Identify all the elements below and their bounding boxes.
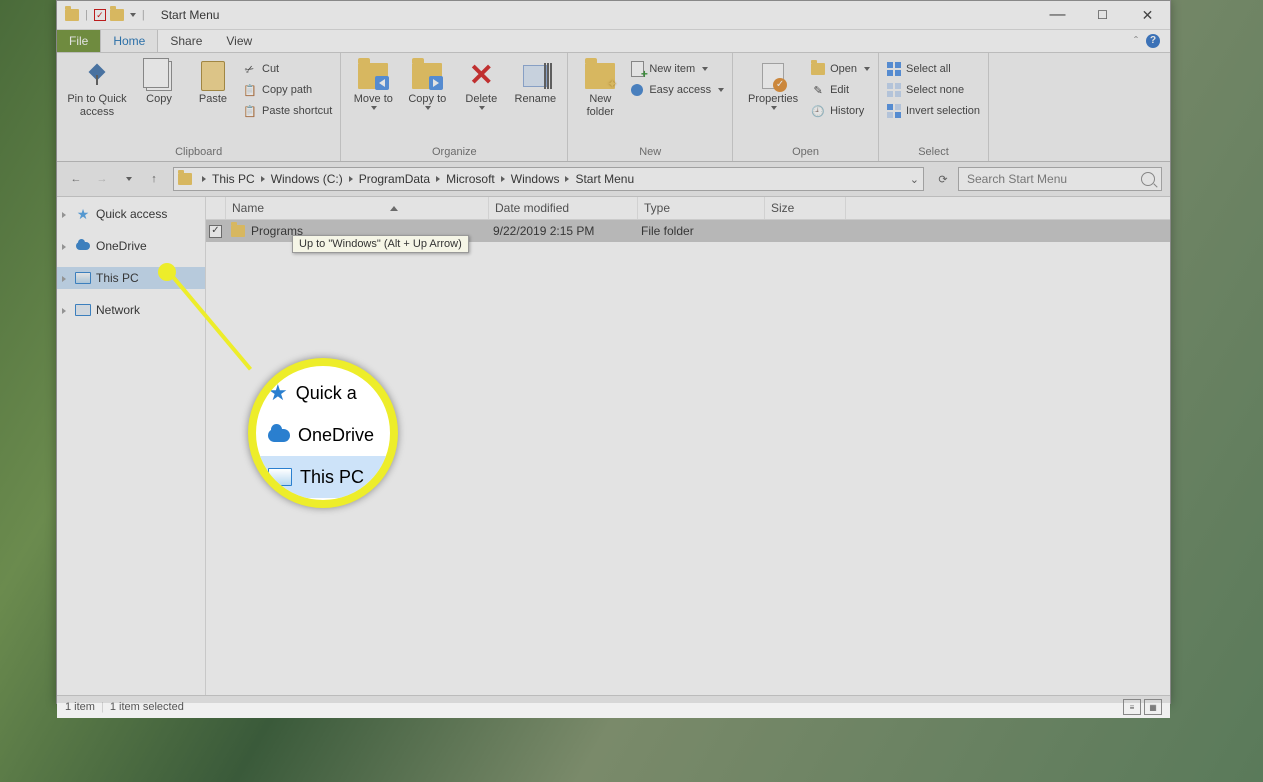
row-checkbox[interactable]: ✓ (209, 225, 222, 238)
title-bar[interactable]: | ✓ | Start Menu — ☐ ✕ (57, 1, 1170, 30)
tree-item-quick-access[interactable]: ★Quick access (57, 203, 205, 225)
delete-button[interactable]: ✕Delete (455, 57, 507, 112)
file-row[interactable]: ✓ Programs 9/22/2019 2:15 PM File folder (206, 220, 1170, 242)
callout-row: OneDrive (256, 414, 390, 456)
column-checkbox[interactable] (206, 197, 226, 219)
up-button[interactable]: ↑ (143, 168, 165, 190)
column-size[interactable]: Size (765, 197, 846, 219)
qat-dropdown[interactable] (130, 13, 136, 17)
column-type[interactable]: Type (638, 197, 765, 219)
callout-anchor-dot (158, 263, 176, 281)
menu-bar: File Home Share View ˆ ? (57, 30, 1170, 53)
breadcrumb-item[interactable]: Windows (511, 172, 560, 186)
copy-to-button[interactable]: Copy to (401, 57, 453, 112)
navigation-tree: ★Quick access OneDrive This PC Network (57, 197, 206, 695)
folder-icon (231, 225, 245, 237)
status-bar: 1 item | 1 item selected ≡ ▦ (57, 695, 1170, 718)
new-folder-button[interactable]: ✦New folder (574, 57, 626, 121)
app-icon (65, 9, 79, 21)
paste-shortcut-button[interactable]: 📋Paste shortcut (243, 101, 332, 121)
tab-home[interactable]: Home (100, 30, 158, 52)
file-type: File folder (635, 224, 761, 238)
column-date[interactable]: Date modified (489, 197, 638, 219)
tab-share[interactable]: Share (158, 30, 214, 52)
help-icon[interactable]: ? (1146, 34, 1160, 48)
tab-file[interactable]: File (57, 30, 100, 52)
close-button[interactable]: ✕ (1125, 1, 1170, 29)
up-button-tooltip: Up to "Windows" (Alt + Up Arrow) (292, 235, 469, 253)
minimize-button[interactable]: — (1035, 1, 1080, 29)
search-box[interactable] (958, 167, 1162, 191)
select-none-button[interactable]: Select none (887, 80, 980, 100)
tree-item-network[interactable]: Network (57, 299, 205, 321)
file-explorer-window: | ✓ | Start Menu — ☐ ✕ File Home Share V… (56, 0, 1171, 704)
search-icon (1141, 172, 1155, 186)
callout-row: ★Quick a (256, 372, 390, 414)
maximize-button[interactable]: ☐ (1080, 1, 1125, 29)
ribbon-collapse-icon[interactable]: ˆ (1134, 34, 1138, 48)
file-name: Programs (251, 224, 303, 238)
select-all-button[interactable]: Select all (887, 59, 980, 79)
callout-line (168, 271, 252, 370)
search-input[interactable] (965, 171, 1155, 187)
edit-button[interactable]: ✎Edit (811, 80, 870, 100)
history-button[interactable]: 🕘History (811, 101, 870, 121)
breadcrumb-item[interactable]: Start Menu (575, 172, 634, 186)
move-to-button[interactable]: Move to (347, 57, 399, 112)
easy-access-button[interactable]: Easy access (630, 80, 724, 100)
refresh-button[interactable]: ⟳ (932, 168, 954, 190)
large-icons-view-button[interactable]: ▦ (1144, 699, 1162, 715)
recent-dropdown[interactable] (117, 168, 139, 190)
tab-view[interactable]: View (214, 30, 264, 52)
column-name[interactable]: Name (226, 197, 489, 219)
copy-path-button[interactable]: 📋Copy path (243, 80, 332, 100)
forward-button[interactable]: → (91, 168, 113, 190)
zoom-callout: ★Quick a OneDrive This PC (248, 358, 398, 508)
open-button[interactable]: Open (811, 59, 870, 79)
sort-asc-icon (390, 206, 398, 211)
new-item-button[interactable]: New item (630, 59, 724, 79)
paste-button[interactable]: Paste (187, 57, 239, 108)
cut-button[interactable]: ✂Cut (243, 59, 332, 79)
address-dropdown-icon[interactable]: ⌄ (910, 173, 919, 186)
breadcrumb-item[interactable]: Windows (C:) (271, 172, 343, 186)
invert-selection-button[interactable]: Invert selection (887, 101, 980, 121)
column-headers: Name Date modified Type Size (206, 197, 1170, 220)
item-count: 1 item (65, 701, 95, 713)
navigation-bar: ← → ↑ This PC Windows (C:) ProgramData M… (57, 162, 1170, 197)
pin-to-quick-access-button[interactable]: Pin to Quick access (63, 57, 131, 121)
copy-button[interactable]: Copy (133, 57, 185, 108)
breadcrumb-item[interactable]: This PC (212, 172, 255, 186)
breadcrumb-item[interactable]: Microsoft (446, 172, 495, 186)
breadcrumb-item[interactable]: ProgramData (359, 172, 430, 186)
rename-button[interactable]: Rename (509, 57, 561, 108)
group-label: Clipboard (63, 144, 334, 161)
folder-icon (178, 173, 192, 185)
details-view-button[interactable]: ≡ (1123, 699, 1141, 715)
separator: | (85, 9, 88, 21)
file-date: 9/22/2019 2:15 PM (487, 224, 635, 238)
ribbon: Pin to Quick access Copy Paste ✂Cut 📋Cop… (57, 53, 1170, 162)
tree-item-onedrive[interactable]: OneDrive (57, 235, 205, 257)
onedrive-icon (268, 429, 290, 442)
window-title: Start Menu (155, 8, 220, 22)
back-button[interactable]: ← (65, 168, 87, 190)
callout-row: This PC (256, 456, 390, 498)
folder-icon (110, 9, 124, 21)
properties-button[interactable]: Properties (739, 57, 807, 112)
selection-count: 1 item selected (110, 701, 184, 713)
this-pc-icon (268, 468, 292, 486)
address-bar[interactable]: This PC Windows (C:) ProgramData Microso… (173, 167, 924, 191)
desktop-background: | ✓ | Start Menu — ☐ ✕ File Home Share V… (0, 0, 1263, 782)
quick-access-toggle-icon[interactable]: ✓ (94, 9, 106, 21)
